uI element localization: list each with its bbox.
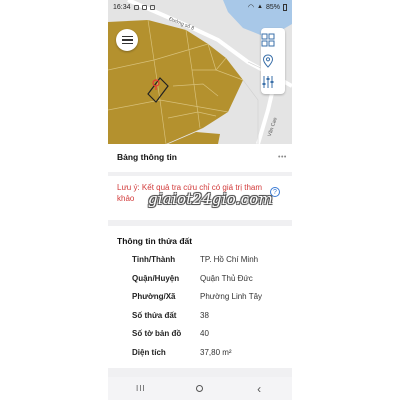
recent-apps-button[interactable]: III [131, 384, 151, 393]
info-label: Quận/Huyện [132, 274, 180, 283]
message-icon [149, 4, 155, 10]
location-pin-icon[interactable] [261, 54, 275, 68]
signal-icon: ▲ [257, 4, 263, 10]
panel-header: Bảng thông tin ••• [108, 144, 292, 172]
info-value: Quận Thủ Đức [200, 274, 253, 283]
info-value: 40 [200, 329, 209, 338]
gallery-icon [141, 4, 147, 10]
menu-button[interactable] [116, 29, 138, 51]
info-value: TP. Hồ Chí Minh [200, 255, 259, 264]
info-row-parcel-number: Số thửa đất 38 [108, 311, 292, 328]
system-nav-bar: III ‹ [108, 377, 292, 400]
watermark: giaiot24gio.com [148, 190, 273, 208]
info-row-province: Tỉnh/Thành TP. Hồ Chí Minh [108, 255, 292, 272]
filter-sliders-icon[interactable] [261, 75, 275, 89]
battery-icon [283, 3, 287, 11]
panel-title: Bảng thông tin [117, 152, 177, 162]
phone-screen: Đường số 8 Văn Cao 16:34 ◠ ▲ 85% Bảng th… [108, 0, 292, 400]
status-time: 16:34 [113, 3, 131, 11]
info-value: 37,80 m² [200, 348, 232, 357]
back-button[interactable]: ‹ [249, 382, 269, 396]
layers-grid-icon[interactable] [261, 33, 275, 47]
wifi-icon: ◠ [247, 4, 255, 11]
hamburger-icon [121, 34, 133, 46]
map-view[interactable]: Đường số 8 Văn Cao [108, 0, 292, 144]
info-row-map-sheet: Số tờ bản đồ 40 [108, 329, 292, 346]
info-label: Số thửa đất [132, 311, 177, 320]
more-dots-icon[interactable]: ••• [278, 154, 287, 161]
info-value: 38 [200, 311, 209, 320]
info-label: Tỉnh/Thành [132, 255, 176, 264]
home-button[interactable] [196, 385, 204, 392]
info-label: Phường/Xã [132, 292, 176, 301]
info-panel: Bảng thông tin ••• Lưu ý: Kết quả tra cứ… [108, 144, 292, 400]
info-row-ward: Phường/Xã Phường Linh Tây [108, 292, 292, 309]
info-value: Phường Linh Tây [200, 292, 263, 301]
status-bar: 16:34 ◠ ▲ 85% [108, 0, 292, 14]
info-row-district: Quận/Huyện Quận Thủ Đức [108, 274, 292, 291]
section-title: Thông tin thửa đất [117, 236, 193, 246]
notification-icon [133, 4, 139, 10]
battery-level: 85% [265, 3, 280, 11]
parcel-info-card: Thông tin thửa đất Tỉnh/Thành TP. Hồ Chí… [108, 226, 292, 368]
map-tools [261, 28, 285, 94]
info-row-area: Diện tích 37,80 m² [108, 348, 292, 365]
info-label: Số tờ bản đồ [132, 329, 182, 338]
info-label: Diện tích [132, 348, 166, 357]
